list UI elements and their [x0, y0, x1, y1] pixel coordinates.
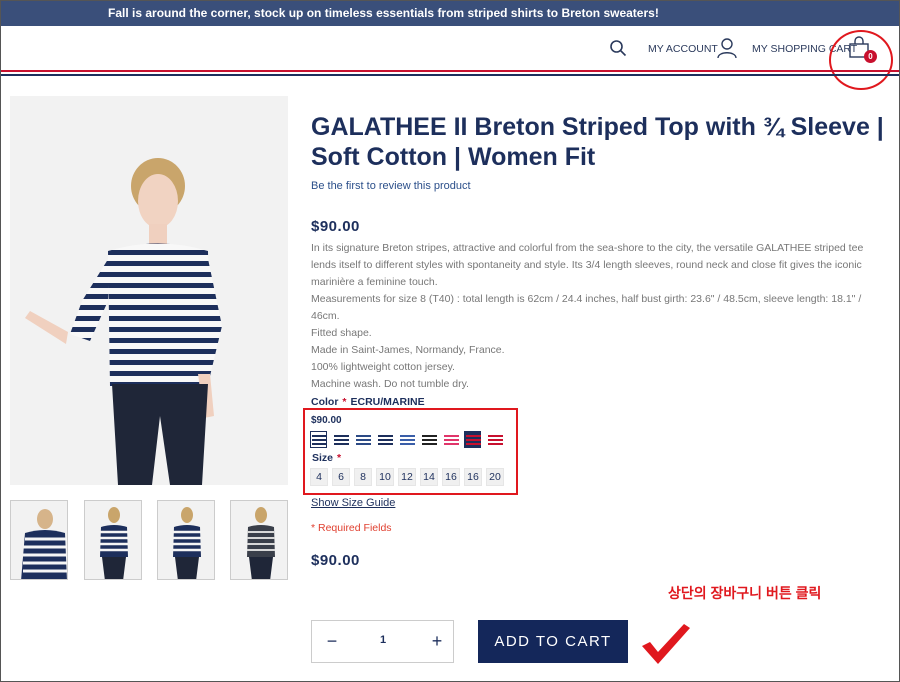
user-icon[interactable] [716, 37, 738, 59]
promo-text: Fall is around the corner, stock up on t… [108, 6, 659, 20]
add-to-cart-button[interactable]: ADD TO CART [478, 620, 628, 663]
size-option[interactable]: 12 [398, 468, 416, 486]
size-option[interactable]: 10 [376, 468, 394, 486]
product-title: GALATHEE II Breton Striped Top with ¾ Sl… [311, 113, 884, 171]
required-star: * [337, 452, 342, 464]
quantity-increase-button[interactable]: + [427, 631, 447, 651]
description-paragraph: Measurements for size 8 (T40) : total le… [311, 293, 862, 322]
header-divider-red [0, 70, 900, 72]
color-swatch-navy-red[interactable] [464, 431, 481, 448]
size-guide-link[interactable]: Show Size Guide [311, 497, 395, 509]
color-swatch-marine[interactable] [332, 431, 349, 448]
size-option[interactable]: 8 [354, 468, 372, 486]
size-label-text: Size [312, 452, 334, 464]
search-icon[interactable] [609, 39, 627, 57]
size-option[interactable]: 16 [464, 468, 482, 486]
model-illustration [10, 96, 288, 485]
color-swatch-red[interactable] [486, 431, 503, 448]
size-option[interactable]: 4 [310, 468, 328, 486]
description-paragraph: Fitted shape. [311, 327, 372, 339]
product-price: $90.00 [311, 218, 360, 235]
option-price: $90.00 [311, 415, 342, 426]
description-paragraph: Machine wash. Do not tumble dry. [311, 378, 469, 390]
header-bar: MY ACCOUNT MY SHOPPING CART 0 [0, 36, 900, 63]
review-link[interactable]: Be the first to review this product [311, 180, 471, 192]
cart-highlight-circle [829, 30, 893, 90]
quantity-stepper: − 1 + [311, 620, 454, 663]
product-price-bottom: $90.00 [311, 552, 360, 569]
thumbnail-1[interactable] [10, 500, 68, 580]
size-option[interactable]: 16 [442, 468, 460, 486]
my-account-link[interactable]: MY ACCOUNT [648, 43, 718, 55]
color-swatch-navy-white[interactable] [354, 431, 371, 448]
size-option[interactable]: 20 [486, 468, 504, 486]
instruction-annotation: 상단의 장바구니 버튼 클릭 [668, 585, 822, 601]
product-description: In its signature Breton stripes, attract… [311, 240, 871, 393]
color-label-text: Color [311, 396, 339, 408]
product-main-image[interactable] [10, 96, 288, 485]
thumbnail-2[interactable] [84, 500, 142, 580]
quantity-decrease-button[interactable]: − [322, 631, 342, 651]
size-option[interactable]: 14 [420, 468, 438, 486]
color-label: Color * ECRU/MARINE [311, 396, 425, 408]
color-swatch-white-navy[interactable] [376, 431, 393, 448]
required-fields-note: * Required Fields [311, 522, 392, 534]
color-swatch-black[interactable] [420, 431, 437, 448]
quantity-input[interactable]: 1 [367, 634, 399, 646]
color-swatch-blue[interactable] [398, 431, 415, 448]
checkmark-icon [642, 624, 690, 664]
header-divider-navy [0, 74, 900, 76]
color-swatch-ecru-marine[interactable] [310, 431, 327, 448]
size-option[interactable]: 6 [332, 468, 350, 486]
description-paragraph: In its signature Breton stripes, attract… [311, 242, 864, 288]
thumbnail-4[interactable] [230, 500, 288, 580]
description-paragraph: Made in Saint-James, Normandy, France. [311, 344, 505, 356]
required-star: * [342, 396, 347, 408]
promo-banner: Fall is around the corner, stock up on t… [0, 0, 900, 26]
color-swatch-pink[interactable] [442, 431, 459, 448]
selected-color-value: ECRU/MARINE [350, 396, 425, 408]
description-paragraph: 100% lightweight cotton jersey. [311, 361, 455, 373]
thumbnail-3[interactable] [157, 500, 215, 580]
size-label: Size * [312, 452, 341, 464]
